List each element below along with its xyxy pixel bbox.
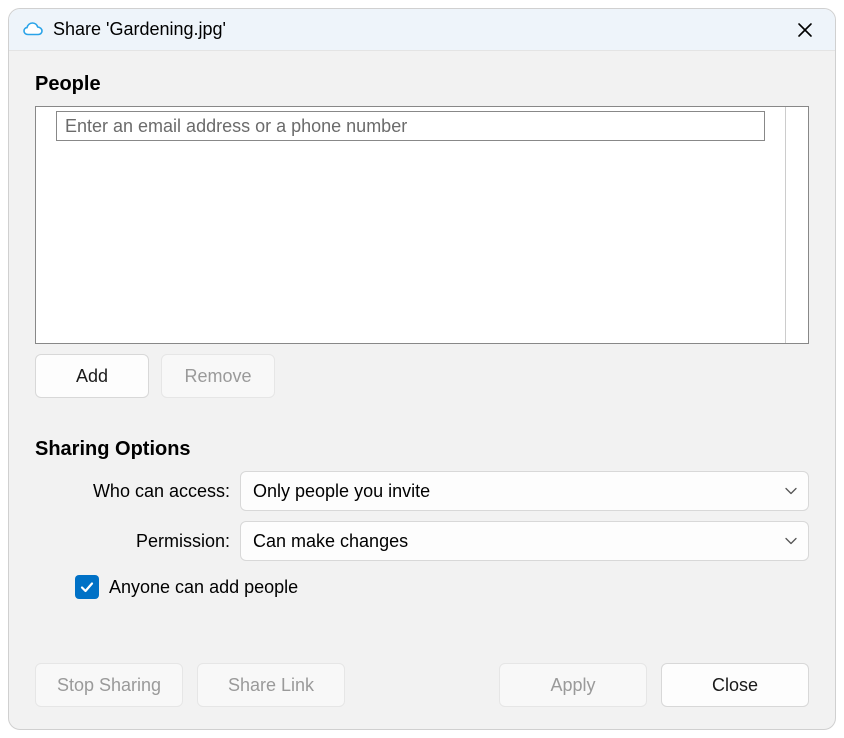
- people-list[interactable]: [35, 106, 809, 344]
- dialog-content: People Add Remove Sharing Options Who ca…: [9, 51, 835, 645]
- access-label: Who can access:: [35, 481, 240, 502]
- sharing-options-label: Sharing Options: [35, 438, 809, 461]
- add-button[interactable]: Add: [35, 354, 149, 398]
- apply-button[interactable]: Apply: [499, 663, 647, 707]
- close-icon: [797, 22, 813, 38]
- dialog-title: Share 'Gardening.jpg': [53, 19, 785, 40]
- cloud-icon: [23, 20, 43, 40]
- anyone-add-label[interactable]: Anyone can add people: [109, 577, 298, 598]
- people-buttons: Add Remove: [35, 354, 809, 398]
- dialog-footer: Stop Sharing Share Link Apply Close: [9, 645, 835, 729]
- email-input-wrap: [36, 107, 785, 141]
- people-section-label: People: [35, 73, 809, 96]
- permission-select[interactable]: Can make changes: [240, 521, 809, 561]
- permission-row: Permission: Can make changes: [35, 521, 809, 561]
- anyone-add-row: Anyone can add people: [35, 575, 809, 599]
- access-row: Who can access: Only people you invite: [35, 471, 809, 511]
- remove-button[interactable]: Remove: [161, 354, 275, 398]
- close-button[interactable]: [785, 14, 825, 46]
- sharing-options-section: Sharing Options Who can access: Only peo…: [35, 438, 809, 599]
- share-link-button[interactable]: Share Link: [197, 663, 345, 707]
- titlebar: Share 'Gardening.jpg': [9, 9, 835, 51]
- email-input[interactable]: [56, 111, 765, 141]
- permission-select-wrap: Can make changes: [240, 521, 809, 561]
- access-select-wrap: Only people you invite: [240, 471, 809, 511]
- permission-label: Permission:: [35, 531, 240, 552]
- footer-spacer: [359, 663, 485, 707]
- close-dialog-button[interactable]: Close: [661, 663, 809, 707]
- anyone-add-checkbox[interactable]: [75, 575, 99, 599]
- access-select[interactable]: Only people you invite: [240, 471, 809, 511]
- stop-sharing-button[interactable]: Stop Sharing: [35, 663, 183, 707]
- checkmark-icon: [79, 579, 95, 595]
- share-dialog: Share 'Gardening.jpg' People Add Remove …: [8, 8, 836, 730]
- people-list-inner: [36, 107, 786, 343]
